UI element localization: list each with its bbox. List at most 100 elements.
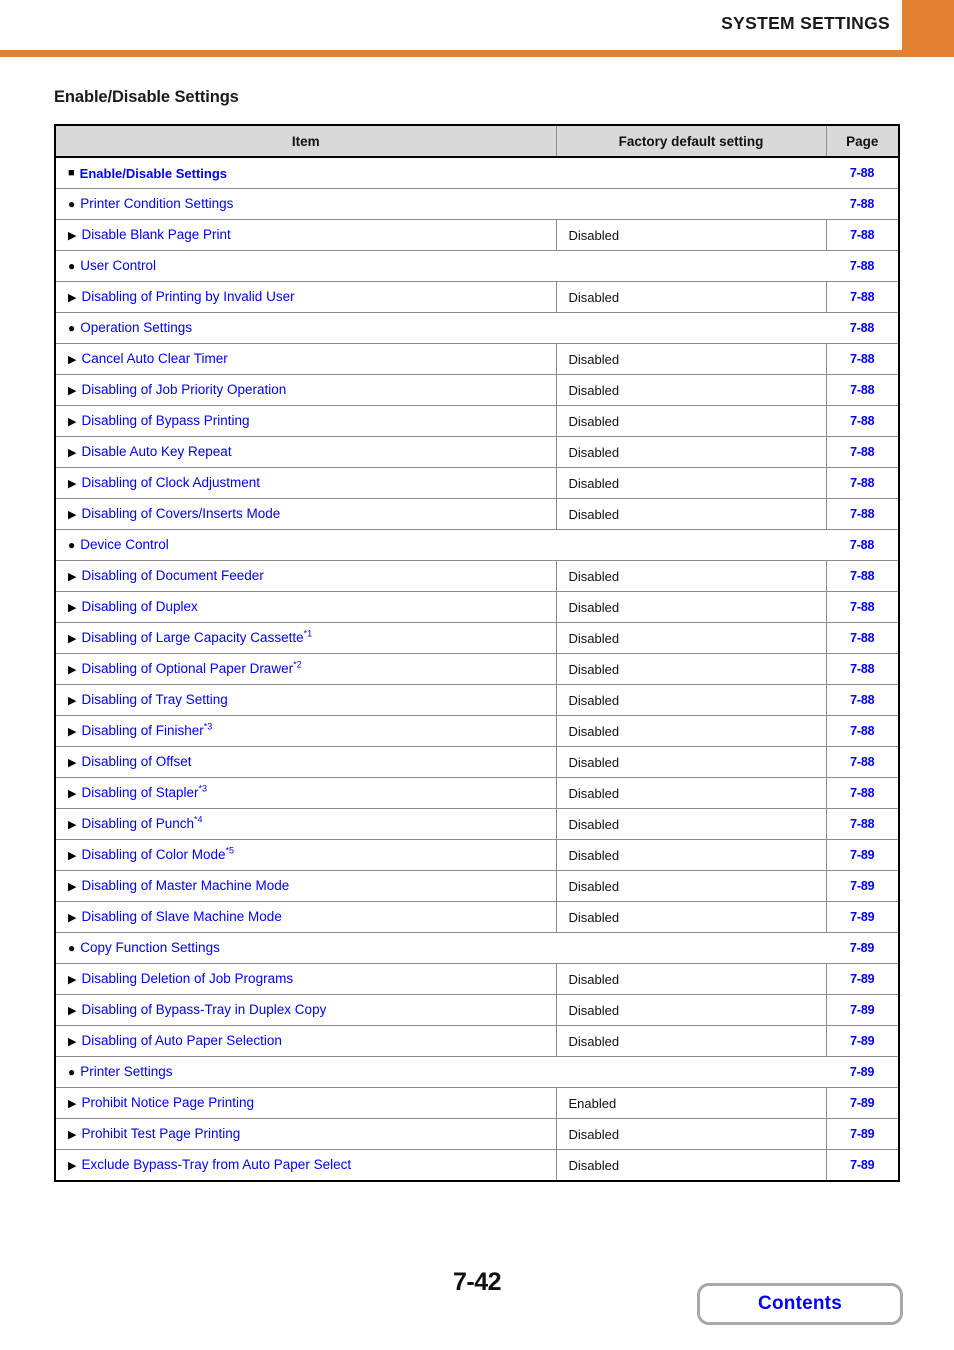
page-reference-link[interactable]: 7-88 bbox=[826, 374, 899, 406]
page-reference-link[interactable]: 7-89 bbox=[826, 901, 899, 933]
triangle-marker: ▶ bbox=[68, 229, 77, 242]
setting-item-link[interactable]: Disabling of Optional Paper Drawer*2 bbox=[81, 659, 302, 676]
setting-item-link[interactable]: Disabling of Covers/Inserts Mode bbox=[81, 506, 280, 521]
page-header: SYSTEM SETTINGS bbox=[0, 0, 954, 57]
setting-item-link[interactable]: Printer Condition Settings bbox=[80, 196, 233, 211]
page-reference-link[interactable]: 7-88 bbox=[826, 312, 899, 344]
setting-item-link[interactable]: Disable Auto Key Repeat bbox=[81, 444, 231, 459]
page-reference-link[interactable]: 7-88 bbox=[826, 560, 899, 592]
setting-item-link[interactable]: Disabling of Large Capacity Cassette*1 bbox=[81, 629, 312, 645]
page-reference-link[interactable]: 7-89 bbox=[826, 1118, 899, 1150]
setting-item-link[interactable]: Disabling of Bypass Printing bbox=[81, 413, 249, 428]
table-row: ▶ Disabling of Bypass Printing Disabled 7-8… bbox=[55, 405, 899, 437]
factory-default-cell: Disabled bbox=[556, 994, 827, 1026]
setting-item-link[interactable]: Device Control bbox=[80, 537, 169, 552]
setting-item-link[interactable]: Disabling of Document Feeder bbox=[81, 568, 263, 583]
triangle-marker: ▶ bbox=[68, 291, 77, 304]
page-reference-link[interactable]: 7-88 bbox=[826, 808, 899, 840]
setting-item-link[interactable]: Disabling of Stapler*3 bbox=[81, 784, 207, 800]
table-row: ▶ Disabling of Punch*4 Disabled 7-88 bbox=[55, 808, 899, 840]
factory-default-cell: Disabled bbox=[556, 1025, 827, 1057]
setting-item-link[interactable]: Disabling Deletion of Job Programs bbox=[81, 971, 293, 986]
triangle-marker: ▶ bbox=[68, 849, 77, 862]
page-reference-link[interactable]: 7-88 bbox=[826, 281, 899, 313]
page-reference-link[interactable]: 7-88 bbox=[826, 746, 899, 778]
table-row: ▶ Disabling of Printing by Invalid User Di… bbox=[55, 281, 899, 313]
setting-item-link[interactable]: Prohibit Notice Page Printing bbox=[81, 1095, 254, 1110]
page-reference-link[interactable]: 7-89 bbox=[826, 1025, 899, 1057]
setting-item-link[interactable]: Disabling of Clock Adjustment bbox=[81, 475, 260, 490]
table-body: ■ Enable/Disable Settings 7-88 ● Printer Con… bbox=[55, 157, 899, 1181]
setting-item-link[interactable]: Disabling of Punch*4 bbox=[81, 815, 202, 831]
page-reference-link[interactable]: 7-88 bbox=[826, 405, 899, 437]
setting-item-link[interactable]: Disabling of Color Mode*5 bbox=[81, 845, 235, 862]
page-reference-link[interactable]: 7-88 bbox=[826, 684, 899, 716]
page-reference-link[interactable]: 7-89 bbox=[826, 1087, 899, 1119]
setting-item-cell: ▶ Disabling of Bypass-Tray in Duplex Copy bbox=[55, 994, 557, 1026]
page-reference-link[interactable]: 7-88 bbox=[826, 529, 899, 561]
factory-default-cell: Disabled bbox=[556, 808, 827, 840]
setting-item-link[interactable]: User Control bbox=[80, 258, 156, 273]
setting-item-link[interactable]: Printer Settings bbox=[80, 1064, 172, 1079]
setting-item-link[interactable]: Disabling of Auto Paper Selection bbox=[81, 1033, 281, 1048]
page-reference-link[interactable]: 7-88 bbox=[826, 467, 899, 499]
page-reference-link[interactable]: 7-88 bbox=[826, 157, 899, 189]
table-row: ▶ Disable Blank Page Print Disabled 7-88 bbox=[55, 219, 899, 251]
contents-button[interactable]: Contents bbox=[697, 1283, 903, 1325]
setting-item-link[interactable]: Prohibit Test Page Printing bbox=[81, 1126, 240, 1141]
column-header-page: Page bbox=[826, 125, 899, 158]
setting-item-link[interactable]: Disabling of Duplex bbox=[81, 599, 197, 614]
page-reference-link[interactable]: 7-89 bbox=[826, 963, 899, 995]
setting-item-link[interactable]: Disabling of Bypass-Tray in Duplex Copy bbox=[81, 1002, 326, 1017]
footnote-marker: *5 bbox=[225, 845, 235, 856]
footnote-marker: *2 bbox=[293, 659, 302, 670]
page-reference-link[interactable]: 7-88 bbox=[826, 653, 899, 685]
setting-item-link[interactable]: Disabling of Offset bbox=[81, 754, 191, 769]
page-reference-link[interactable]: 7-88 bbox=[826, 777, 899, 809]
table-row: ▶ Prohibit Notice Page Printing Enabled 7-8… bbox=[55, 1087, 899, 1119]
setting-item-link[interactable]: Cancel Auto Clear Timer bbox=[81, 351, 227, 366]
triangle-marker: ▶ bbox=[68, 1159, 77, 1172]
triangle-marker: ▶ bbox=[68, 818, 77, 831]
page-reference-link[interactable]: 7-89 bbox=[826, 1149, 899, 1181]
setting-item-link[interactable]: Disabling of Printing by Invalid User bbox=[81, 289, 294, 304]
page-reference-link[interactable]: 7-89 bbox=[826, 839, 899, 871]
page-reference-link[interactable]: 7-88 bbox=[826, 219, 899, 251]
page-reference-link[interactable]: 7-89 bbox=[826, 870, 899, 902]
triangle-marker: ▶ bbox=[68, 601, 77, 614]
setting-item-link[interactable]: Copy Function Settings bbox=[80, 940, 220, 955]
page-reference-link[interactable]: 7-88 bbox=[826, 436, 899, 468]
factory-default-cell: Disabled bbox=[556, 343, 827, 375]
page-reference-link[interactable]: 7-89 bbox=[826, 1056, 899, 1088]
table-row: ● Printer Settings 7-89 bbox=[55, 1056, 899, 1088]
page-reference-link[interactable]: 7-88 bbox=[826, 188, 899, 220]
setting-item-link[interactable]: Operation Settings bbox=[80, 320, 192, 335]
page-reference-link[interactable]: 7-88 bbox=[826, 622, 899, 654]
page-reference-link[interactable]: 7-89 bbox=[826, 932, 899, 964]
table-row: ▶ Disabling Deletion of Job Programs Disab… bbox=[55, 963, 899, 995]
page-reference-link[interactable]: 7-88 bbox=[826, 591, 899, 623]
setting-item-link[interactable]: Enable/Disable Settings bbox=[80, 166, 227, 181]
setting-item-cell: ● Device Control bbox=[55, 529, 826, 561]
table-row: ▶ Disabling of Job Priority Operation Disa… bbox=[55, 374, 899, 406]
page-reference-link[interactable]: 7-89 bbox=[826, 994, 899, 1026]
factory-default-cell: Disabled bbox=[556, 963, 827, 995]
setting-item-cell: ▶ Prohibit Test Page Printing bbox=[55, 1118, 557, 1150]
page-reference-link[interactable]: 7-88 bbox=[826, 250, 899, 282]
factory-default-cell: Disabled bbox=[556, 870, 827, 902]
page-reference-link[interactable]: 7-88 bbox=[826, 715, 899, 747]
factory-default-cell: Disabled bbox=[556, 715, 827, 747]
setting-item-link[interactable]: Disabling of Slave Machine Mode bbox=[81, 909, 281, 924]
setting-item-link[interactable]: Disabling of Job Priority Operation bbox=[81, 382, 286, 397]
setting-item-link[interactable]: Disabling of Tray Setting bbox=[81, 692, 227, 707]
setting-item-link[interactable]: Exclude Bypass-Tray from Auto Paper Sele… bbox=[81, 1157, 351, 1172]
triangle-marker: ▶ bbox=[68, 1097, 77, 1110]
setting-item-link[interactable]: Disabling of Master Machine Mode bbox=[81, 878, 289, 893]
page-reference-link[interactable]: 7-88 bbox=[826, 343, 899, 375]
factory-default-cell: Enabled bbox=[556, 1087, 827, 1119]
setting-item-cell: ▶ Disabling of Master Machine Mode bbox=[55, 870, 557, 902]
triangle-marker: ▶ bbox=[68, 973, 77, 986]
setting-item-link[interactable]: Disabling of Finisher*3 bbox=[81, 722, 212, 738]
page-reference-link[interactable]: 7-88 bbox=[826, 498, 899, 530]
setting-item-link[interactable]: Disable Blank Page Print bbox=[81, 227, 230, 242]
